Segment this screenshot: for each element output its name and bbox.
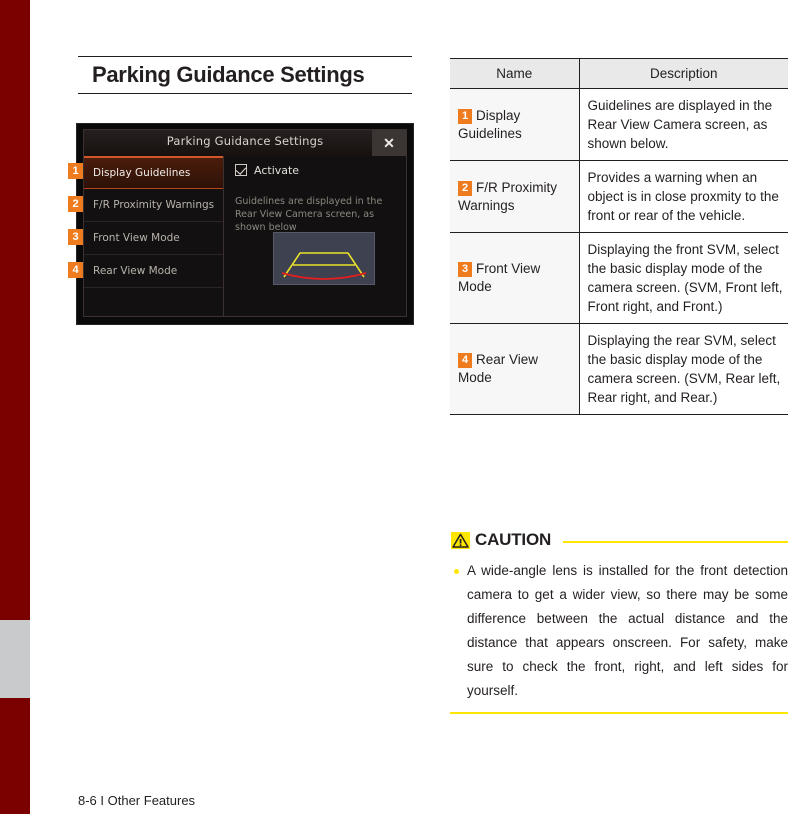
- caution-rule-top: [563, 541, 788, 543]
- column-header-name: Name: [450, 58, 580, 89]
- table-cell-name: 3 Front View Mode: [450, 232, 580, 324]
- device-detail-pane: Activate Guidelines are displayed in the…: [225, 156, 406, 316]
- section-heading-block: Parking Guidance Settings: [78, 56, 412, 94]
- device-body: Display Guidelines F/R Proximity Warning…: [84, 156, 406, 316]
- row-badge-3: 3: [458, 262, 472, 277]
- device-screen: Parking Guidance Settings ✕ Display Guid…: [83, 129, 407, 317]
- activate-checkbox-label: Activate: [254, 164, 300, 177]
- row-badge-2: 2: [458, 180, 472, 196]
- device-title-bar: Parking Guidance Settings ✕: [84, 130, 406, 156]
- device-screenshot-figure: Parking Guidance Settings ✕ Display Guid…: [76, 123, 414, 325]
- callout-badge-1: 1: [68, 163, 83, 179]
- column-header-description: Description: [579, 58, 788, 89]
- table-head: Name Description: [450, 58, 788, 89]
- device-menu-item-label: Display Guidelines: [93, 167, 191, 179]
- table-cell-description: Guidelines are displayed in the Rear Vie…: [579, 88, 788, 161]
- row-badge-4: 4: [458, 353, 472, 368]
- caution-rule-bottom: [450, 712, 788, 714]
- table-row: 1 Display Guidelines Guidelines are displ…: [450, 88, 788, 161]
- device-menu-item-label: Rear View Mode: [93, 265, 178, 277]
- callout-badge-3: 3: [68, 229, 83, 245]
- page-footer: 8-6 I Other Features: [78, 793, 196, 808]
- table-cell-name: 4 Rear View Mode: [450, 323, 580, 415]
- activate-checkbox-row[interactable]: Activate: [235, 164, 299, 177]
- device-title-text: Parking Guidance Settings: [166, 134, 324, 148]
- table-body: 1 Display Guidelines Guidelines are displ…: [450, 88, 788, 415]
- device-description-text: Guidelines are displayed in the Rear Vie…: [235, 196, 383, 233]
- checkbox-checked-icon[interactable]: [235, 164, 247, 176]
- guideline-overlay-icon: [281, 252, 367, 280]
- left-content-column: Parking Guidance Settings Parking Guidan…: [68, 0, 418, 814]
- table-cell-name: 2 F/R Proximity Warnings: [450, 160, 580, 233]
- page-edge-chapter-marker: [0, 620, 30, 698]
- page-title: Parking Guidance Settings: [92, 62, 365, 87]
- row-name-label: F/R Proximity Warnings: [458, 179, 557, 213]
- close-icon[interactable]: ✕: [372, 130, 406, 156]
- row-badge-1: 1: [458, 108, 472, 124]
- feature-description-table: Name Description 1 Display Guidelines Gui…: [450, 58, 788, 415]
- caution-header: CAUTION: [450, 530, 788, 552]
- table-cell-description: Displaying the rear SVM, select the basi…: [579, 323, 788, 415]
- device-menu-item-fr-proximity-warnings[interactable]: F/R Proximity Warnings: [84, 189, 223, 222]
- right-content-column: Name Description 1 Display Guidelines Gui…: [450, 0, 788, 814]
- table-header-row: Name Description: [450, 58, 788, 89]
- device-menu-item-label: Front View Mode: [93, 232, 180, 244]
- heading-rule-bottom: [78, 93, 412, 94]
- table-row: 2 F/R Proximity Warnings Provides a warni…: [450, 160, 788, 233]
- rear-view-camera-preview-image: [273, 232, 375, 285]
- table-cell-description: Provides a warning when an object is in …: [579, 160, 788, 233]
- device-menu-list: Display Guidelines F/R Proximity Warning…: [84, 156, 224, 316]
- table-row: 4 Rear View Mode Displaying the rear SVM,…: [450, 323, 788, 415]
- callout-badge-4: 4: [68, 262, 83, 278]
- device-menu-item-display-guidelines[interactable]: Display Guidelines: [84, 156, 223, 189]
- caution-text: A wide-angle lens is installed for the f…: [467, 563, 788, 698]
- caution-label: CAUTION: [475, 530, 552, 549]
- caution-callout: CAUTION A wide-angle lens is installed f…: [450, 530, 788, 714]
- page-edge-tab-bar: [0, 0, 30, 814]
- device-menu-item-label: F/R Proximity Warnings: [93, 199, 215, 211]
- table-row: 3 Front View Mode Displaying the front SV…: [450, 232, 788, 324]
- callout-badge-2: 2: [68, 196, 83, 212]
- table-cell-name: 1 Display Guidelines: [450, 88, 580, 161]
- device-menu-item-front-view-mode[interactable]: Front View Mode: [84, 222, 223, 255]
- table-cell-description: Displaying the front SVM, select the bas…: [579, 232, 788, 324]
- warning-triangle-icon: [451, 532, 470, 549]
- device-menu-item-rear-view-mode[interactable]: Rear View Mode: [84, 255, 223, 288]
- bullet-icon: [454, 569, 459, 574]
- caution-text-block: A wide-angle lens is installed for the f…: [450, 559, 788, 703]
